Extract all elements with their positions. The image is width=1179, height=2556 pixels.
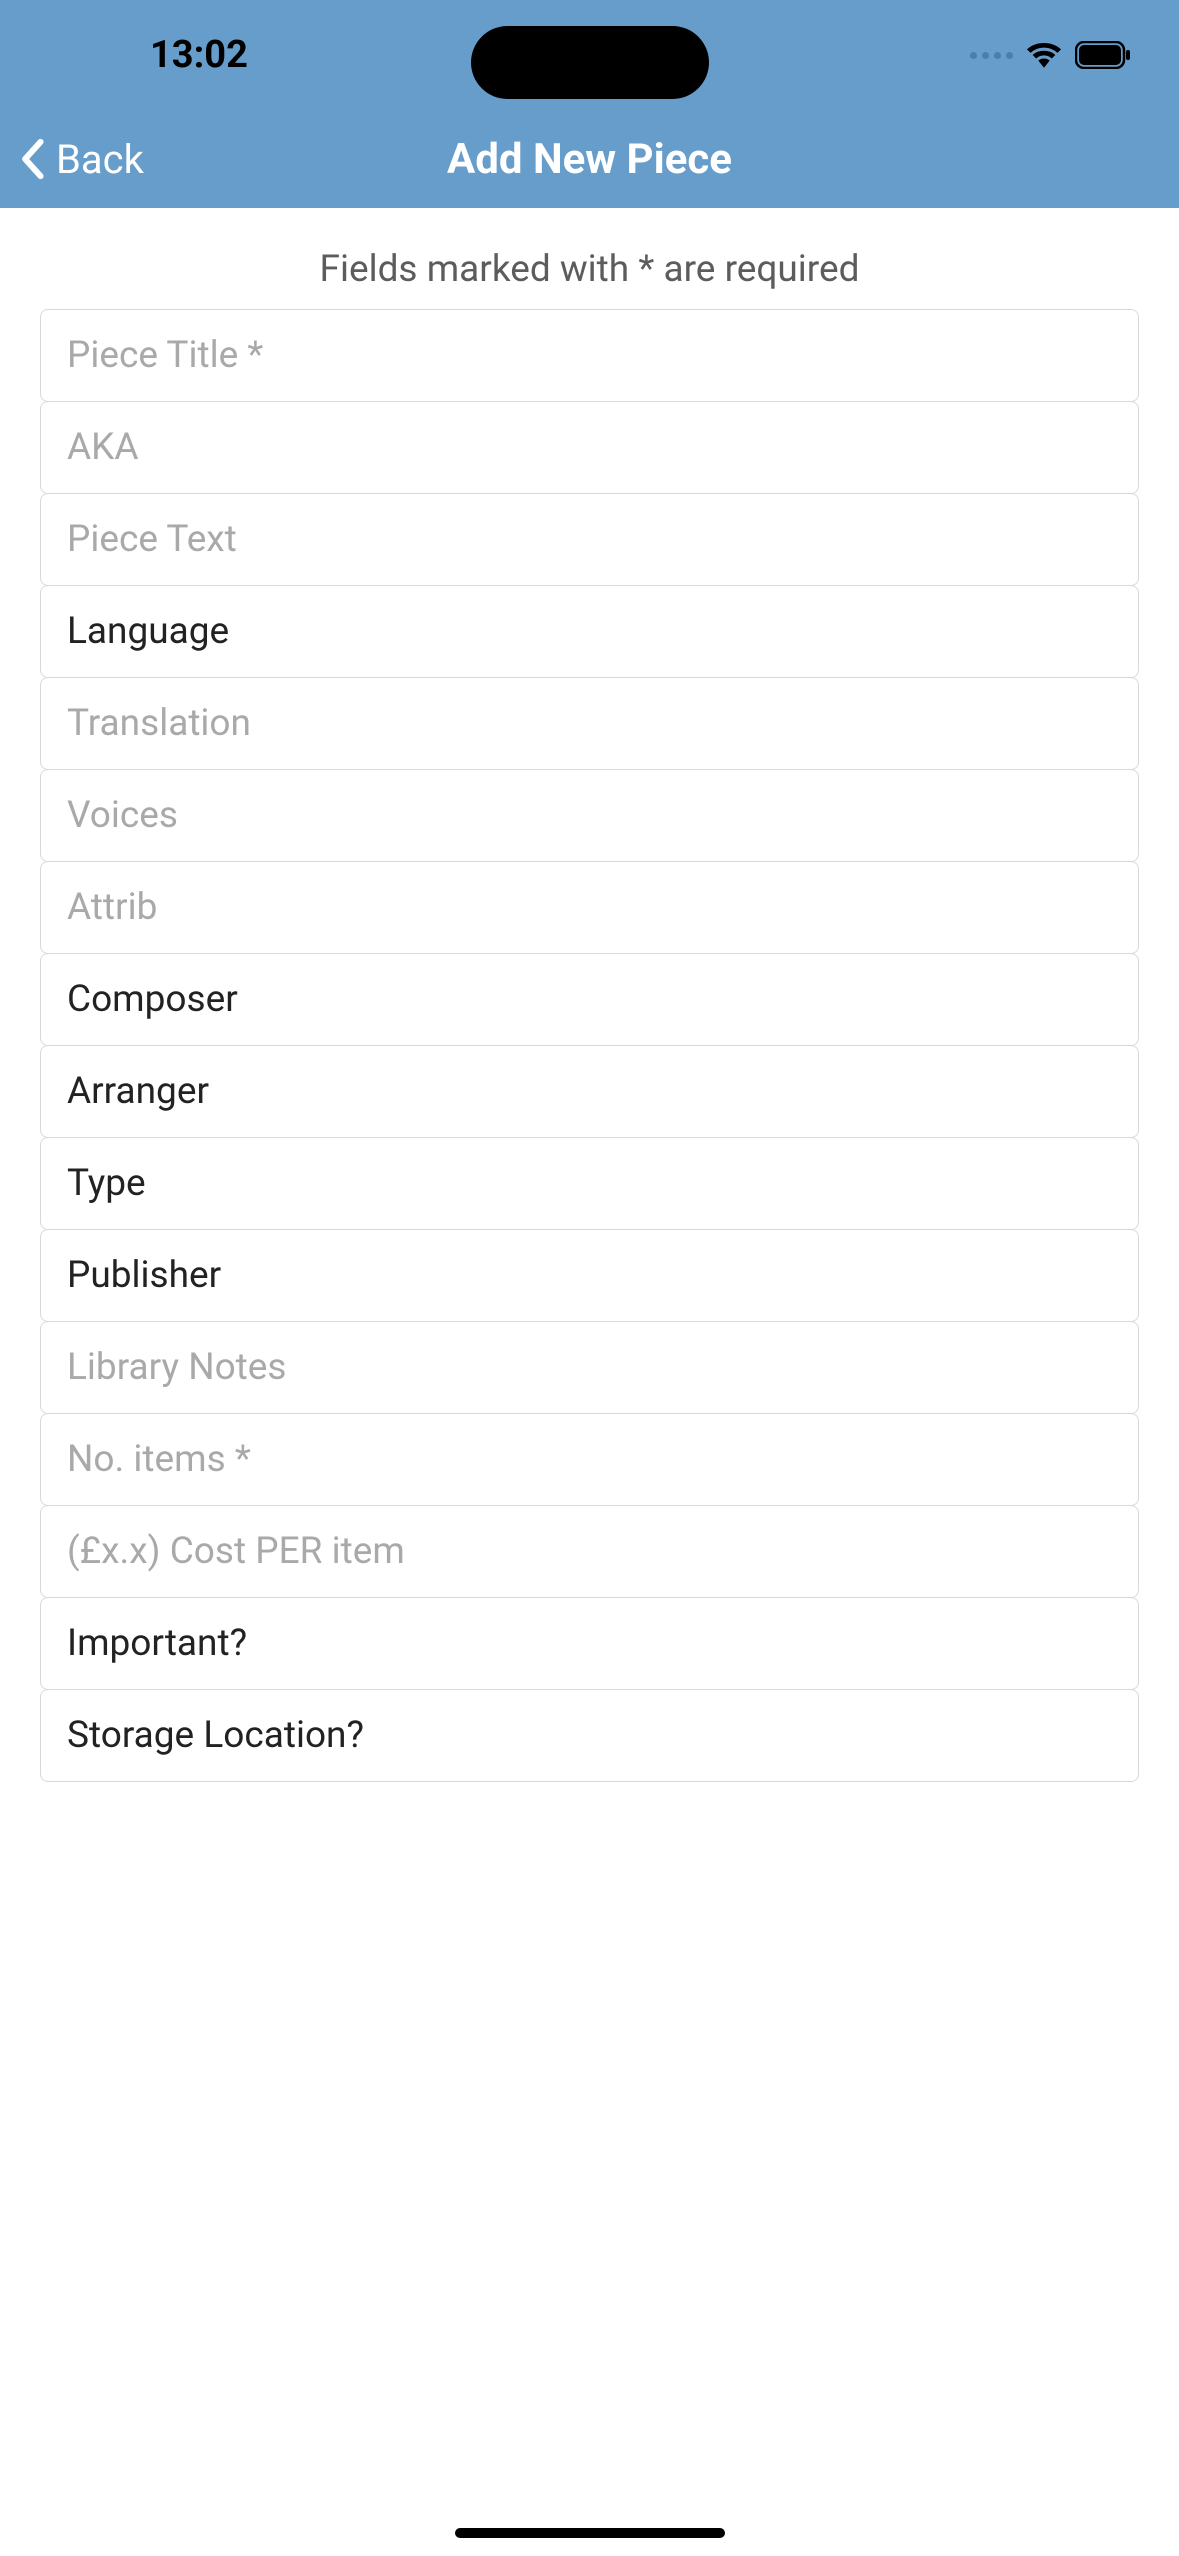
- aka-input[interactable]: AKA: [40, 401, 1139, 494]
- arranger-selector[interactable]: Arranger: [40, 1045, 1139, 1138]
- cellular-dots-icon: [970, 52, 1013, 59]
- form-content: Fields marked with * are required Piece …: [0, 248, 1179, 1782]
- back-button[interactable]: Back: [20, 136, 144, 183]
- status-bar: 13:02: [0, 0, 1179, 110]
- page-title: Add New Piece: [447, 135, 732, 184]
- back-label: Back: [56, 136, 144, 183]
- home-indicator[interactable]: [455, 2528, 725, 2538]
- type-selector[interactable]: Type: [40, 1137, 1139, 1230]
- attrib-input[interactable]: Attrib: [40, 861, 1139, 954]
- status-time: 13:02: [150, 33, 248, 77]
- wifi-icon: [1027, 42, 1061, 68]
- required-hint: Fields marked with * are required: [40, 248, 1139, 291]
- no-items-input[interactable]: No. items *: [40, 1413, 1139, 1506]
- battery-icon: [1075, 41, 1131, 69]
- important-selector[interactable]: Important?: [40, 1597, 1139, 1690]
- piece-text-input[interactable]: Piece Text: [40, 493, 1139, 586]
- library-notes-input[interactable]: Library Notes: [40, 1321, 1139, 1414]
- voices-input[interactable]: Voices: [40, 769, 1139, 862]
- dynamic-island: [471, 26, 709, 99]
- piece-title-input[interactable]: Piece Title *: [40, 309, 1139, 402]
- publisher-selector[interactable]: Publisher: [40, 1229, 1139, 1322]
- storage-location-selector[interactable]: Storage Location?: [40, 1689, 1139, 1782]
- composer-selector[interactable]: Composer: [40, 953, 1139, 1046]
- translation-input[interactable]: Translation: [40, 677, 1139, 770]
- status-right: [970, 41, 1131, 69]
- chevron-left-icon: [20, 138, 44, 180]
- cost-per-item-input[interactable]: (£x.x) Cost PER item: [40, 1505, 1139, 1598]
- language-selector[interactable]: Language: [40, 585, 1139, 678]
- nav-bar: Back Add New Piece: [0, 110, 1179, 208]
